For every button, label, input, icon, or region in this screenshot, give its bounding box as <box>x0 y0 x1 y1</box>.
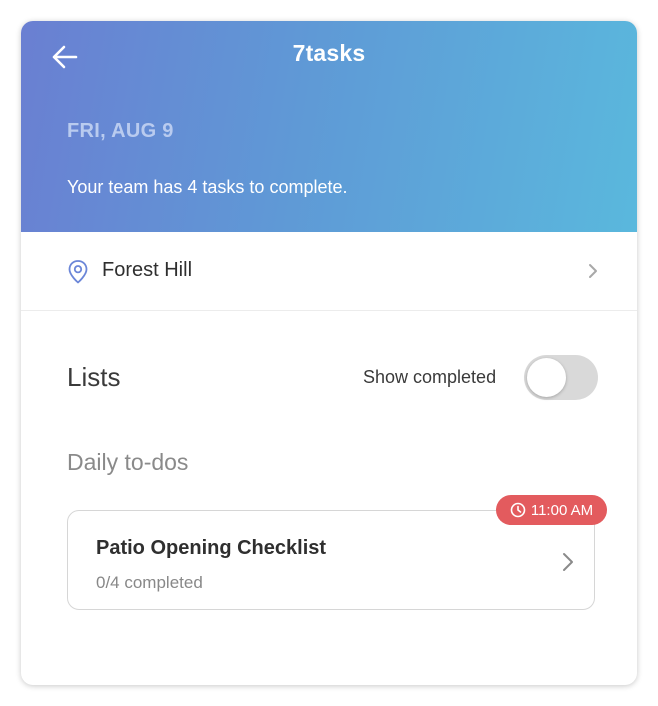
toggle-knob <box>527 358 566 397</box>
section-heading: Daily to-dos <box>67 449 189 475</box>
task-summary: Your team has 4 tasks to complete. <box>67 177 348 197</box>
date-label: FRI, AUG 9 <box>67 120 174 142</box>
task-title: Patio Opening Checklist <box>96 537 327 559</box>
lists-heading: Lists <box>67 362 121 392</box>
location-selector[interactable]: Forest Hill <box>21 232 637 311</box>
clock-icon <box>510 502 526 518</box>
show-completed-toggle[interactable] <box>524 355 598 400</box>
show-completed-label: Show completed <box>363 367 497 387</box>
task-card[interactable]: Patio Opening Checklist 0/4 completed <box>67 510 595 610</box>
chevron-right-icon <box>563 553 573 571</box>
app-title: 7tasks <box>292 40 366 66</box>
chevron-right-icon <box>589 264 597 278</box>
due-time-badge: 11:00 AM <box>496 495 607 525</box>
tasks-panel: 7tasks FRI, AUG 9 Your team has 4 tasks … <box>21 21 637 685</box>
task-progress: 0/4 completed <box>96 573 203 592</box>
map-pin-icon <box>68 260 88 284</box>
due-time: 11:00 AM <box>530 501 594 519</box>
location-name: Forest Hill <box>102 259 193 281</box>
header-banner: 7tasks FRI, AUG 9 Your team has 4 tasks … <box>21 21 637 232</box>
